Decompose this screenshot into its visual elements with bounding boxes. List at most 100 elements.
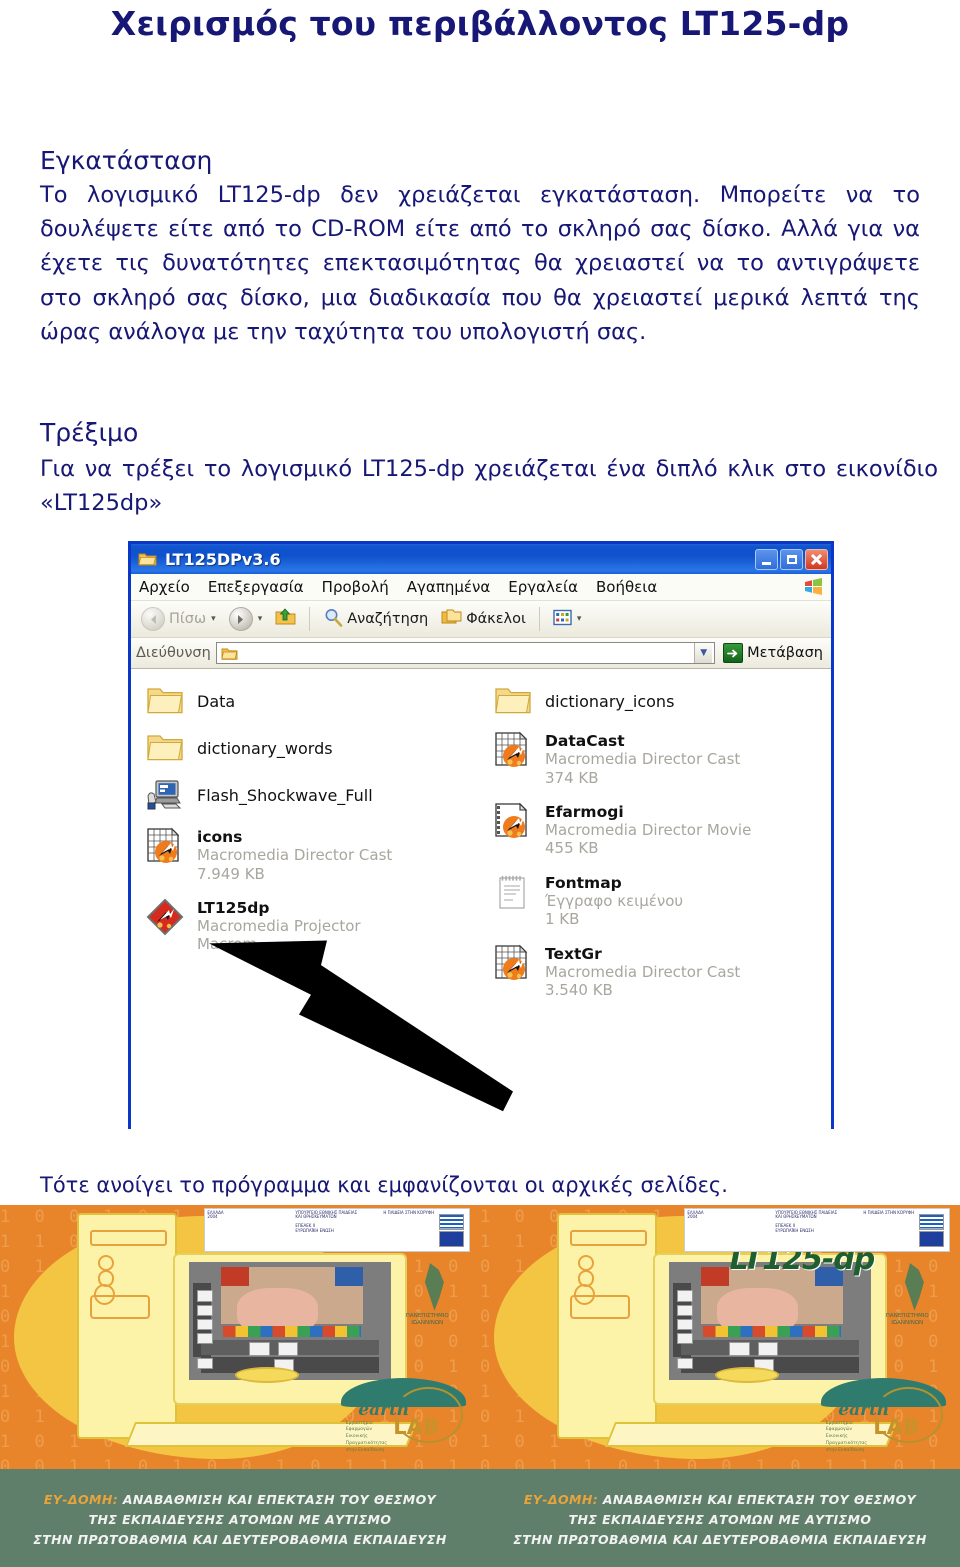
footer-rest: ΑΝΑΒΑΘΜΙΣΗ ΚΑΙ ΕΠΕΚΤΑΣΗ ΤΟΥ ΘΕΣΜΟΥ [118, 1491, 437, 1507]
footer-rest: ΑΝΑΒΑΘΜΙΣΗ ΚΑΙ ΕΠΕΚΤΑΣΗ ΤΟΥ ΘΕΣΜΟΥ [598, 1491, 917, 1507]
menu-item-view[interactable]: Προβολή [320, 577, 391, 597]
footer-line-3: ΣΤΗΝ ΠΡΩΤΟΒΑΘΜΙΑ ΚΑΙ ΔΕΥΤΕΡΟΒΑΘΜΙΑ ΕΚΠΑΙ… [513, 1531, 927, 1547]
splash-screen-right: 1 0 0 1 0 1 0 1 0 0 1 1 0 1 0 0 1 0 1 1 … [480, 1205, 960, 1567]
list-item[interactable]: Data [143, 683, 481, 716]
views-icon [553, 609, 572, 630]
computer-tower-illustration [556, 1212, 657, 1439]
logo-caption: ΕΛΛΑΔΑ 2004 [687, 1209, 704, 1220]
folders-label: Φάκελοι [466, 611, 526, 627]
file-meta: LT125dp Macromedia Projector Macrom [197, 897, 361, 954]
list-item[interactable]: dictionary_words [143, 730, 481, 763]
up-folder-icon [275, 607, 296, 631]
list-item[interactable]: TextGr Macromedia Director Cast 3.540 KB [491, 943, 831, 1000]
projector-icon [143, 897, 187, 936]
up-button[interactable] [271, 605, 300, 633]
views-dropdown-icon[interactable]: ▾ [577, 614, 582, 624]
file-name: Efarmogi [545, 802, 624, 821]
logo-ministry: ΥΠΟΥΡΓΕΙΟ ΕΘΝΙΚΗΣ ΠΑΙΔΕΙΑΣ ΚΑΙ ΘΡΗΣΚΕΥΜΑΤ… [773, 1209, 861, 1251]
list-item[interactable]: icons Macromedia Director Cast 7.949 KB [143, 826, 481, 883]
address-bar: Διεύθυνση ▼ Μετάβαση [131, 638, 831, 669]
sponsor-logo-banner: ΕΛΛΑΔΑ 2004 ΥΠΟΥΡΓΕΙΟ ΕΘΝΙΚΗΣ ΠΑΙΔΕΙΑΣ ΚΑΙ… [204, 1207, 471, 1252]
back-dropdown-icon[interactable]: ▾ [211, 614, 216, 624]
footer-highlight: ΕΥ-ΔΟΜΗ: [523, 1491, 599, 1507]
search-label: Αναζήτηση [347, 611, 429, 627]
file-column-left: Data dictionary_words Flash_Shockwave_Fu… [131, 683, 481, 1129]
earthlab-subtext: Εργαστήριο Εφαρμογών Εικονικής Πραγματικότη… [345, 1420, 388, 1453]
menu-item-edit[interactable]: Επεξεργασία [206, 577, 306, 597]
go-arrow-icon [723, 643, 744, 663]
app-screen-preview [668, 1261, 872, 1381]
file-meta: icons Macromedia Director Cast 7.949 KB [197, 826, 392, 883]
university-label: ΠΑΝΕΠΙΣΤΗΜΙΟ ΙΩΑΝΝΙΝΩΝ [885, 1313, 929, 1327]
file-name: Data [197, 692, 236, 711]
windows-logo-icon [804, 578, 823, 595]
footer-line-1: ΕΥ-ΔΟΜΗ: ΑΝΑΒΑΘΜΙΣΗ ΚΑΙ ΕΠΕΚΤΑΣΗ ΤΟΥ ΘΕΣ… [524, 1492, 916, 1507]
logo-ministry: ΥΠΟΥΡΓΕΙΟ ΕΘΝΙΚΗΣ ΠΑΙΔΕΙΑΣ ΚΑΙ ΘΡΗΣΚΕΥΜΑΤ… [293, 1209, 381, 1251]
back-arrow-icon [141, 607, 165, 631]
folder-icon [143, 730, 187, 763]
file-type: Macromedia Director Cast [545, 962, 741, 981]
menu-item-help[interactable]: Βοήθεια [594, 577, 659, 597]
file-list-area[interactable]: Data dictionary_words Flash_Shockwave_Fu… [131, 669, 831, 1129]
file-size: 1 KB [545, 910, 580, 929]
forward-button[interactable]: ▾ [225, 605, 267, 633]
footer-line-2: ΤΗΣ ΕΚΠΑΙΔΕΥΣΗΣ ΑΤΟΜΩΝ ΜΕ ΑΥΤΙΣΜΟ [568, 1511, 872, 1527]
address-dropdown-icon[interactable]: ▼ [694, 643, 713, 663]
file-name: DataCast [545, 732, 625, 750]
back-button[interactable]: Πίσω ▾ [137, 605, 220, 633]
file-size: 374 KB [545, 768, 599, 787]
file-name: icons [197, 828, 243, 846]
section-body-run: Για να τρέξει το λογισμικό LT125-dp χρει… [40, 456, 938, 517]
eu-flag-icon [439, 1230, 465, 1247]
list-item[interactable]: DataCast Macromedia Director Cast 374 KB [491, 730, 831, 787]
file-meta: DataCast Macromedia Director Cast 374 KB [545, 730, 740, 787]
list-item[interactable]: Efarmogi Macromedia Director Movie 455 K… [491, 801, 831, 858]
file-name: LT125dp [197, 898, 270, 917]
file-type: Macromedia Director Cast [545, 750, 741, 769]
file-meta: Flash_Shockwave_Full [197, 777, 373, 806]
maximize-button[interactable] [780, 548, 803, 570]
greek-flag-icon [439, 1213, 465, 1231]
footer-line-1: ΕΥ-ΔΟΜΗ: ΑΝΑΒΑΘΜΙΣΗ ΚΑΙ ΕΠΕΚΤΑΣΗ ΤΟΥ ΘΕΣ… [44, 1492, 436, 1507]
search-button[interactable]: Αναζήτηση [319, 605, 432, 633]
list-item[interactable]: Fontmap Έγγραφο κειμένου 1 KB [491, 872, 831, 929]
file-type: Macromedia Director Cast [197, 846, 393, 865]
list-item[interactable]: dictionary_icons [491, 683, 831, 716]
splash-artwork: 1 0 0 1 0 1 0 1 0 0 1 1 0 1 0 0 1 0 1 1 … [480, 1205, 960, 1470]
menu-item-tools[interactable]: Εργαλεία [506, 577, 580, 597]
section-heading-installation: Εγκατάσταση [40, 146, 213, 175]
logo-caption: ΕΛΛΑΔΑ 2004 [207, 1209, 224, 1220]
file-name: dictionary_icons [545, 692, 675, 711]
file-name: TextGr [545, 944, 602, 963]
logo-caption: ΥΠΟΥΡΓΕΙΟ ΕΘΝΙΚΗΣ ΠΑΙΔΕΙΑΣ ΚΑΙ ΘΡΗΣΚΕΥΜΑΤ… [775, 1209, 838, 1234]
explorer-window: LT125DPv3.6 Αρχείο Επεξεργασία Προβολή Α… [128, 541, 834, 1129]
folders-button[interactable]: Φάκελοι [437, 606, 530, 632]
menu-item-file[interactable]: Αρχείο [137, 577, 192, 597]
section-heading-run: Τρέξιμο [40, 418, 139, 447]
menu-item-favorites[interactable]: Αγαπημένα [405, 577, 492, 597]
address-input[interactable]: ▼ [215, 642, 716, 664]
file-size: 7.949 KB [197, 864, 265, 883]
university-label: ΠΑΝΕΠΙΣΤΗΜΙΟ ΙΩΑΝΝΙΝΩΝ [405, 1313, 449, 1327]
file-column-right: dictionary_icons DataCast Macromedia Dir… [481, 683, 831, 1129]
address-folder-icon [219, 646, 238, 661]
go-button[interactable]: Μετάβαση [720, 643, 826, 663]
splash-footer: ΕΥ-ΔΟΜΗ: ΑΝΑΒΑΘΜΙΣΗ ΚΑΙ ΕΠΕΚΤΑΣΗ ΤΟΥ ΘΕΣ… [0, 1469, 480, 1567]
logo-dolphin: ΕΛΛΑΔΑ 2004 [205, 1209, 293, 1251]
close-button[interactable] [805, 548, 828, 570]
window-titlebar: LT125DPv3.6 [131, 544, 831, 574]
toolbar: Πίσω ▾ ▾ Αναζήτηση Φάκελοι ▾ [131, 601, 831, 638]
views-button[interactable]: ▾ [549, 607, 586, 632]
caption-after-window: Τότε ανοίγει το πρόγραμμα και εμφανίζοντ… [40, 1173, 728, 1197]
earthlab-lab-text: LAB [873, 1415, 919, 1440]
forward-dropdown-icon[interactable]: ▾ [258, 614, 263, 624]
list-item[interactable]: LT125dp Macromedia Projector Macrom [143, 897, 481, 954]
list-item[interactable]: Flash_Shockwave_Full [143, 777, 481, 812]
footer-line-2: ΤΗΣ ΕΚΠΑΙΔΕΥΣΗΣ ΑΤΟΜΩΝ ΜΕ ΑΥΤΙΣΜΟ [88, 1511, 392, 1527]
app-screen-preview [188, 1261, 392, 1381]
splash-artwork: 1 0 0 1 0 1 0 1 0 0 1 1 0 1 0 0 1 0 1 1 … [0, 1205, 480, 1470]
file-name: dictionary_words [197, 739, 333, 758]
minimize-button[interactable] [755, 548, 778, 570]
file-type: Macromedia Director Movie [545, 821, 752, 840]
file-name: Flash_Shockwave_Full [197, 786, 373, 805]
